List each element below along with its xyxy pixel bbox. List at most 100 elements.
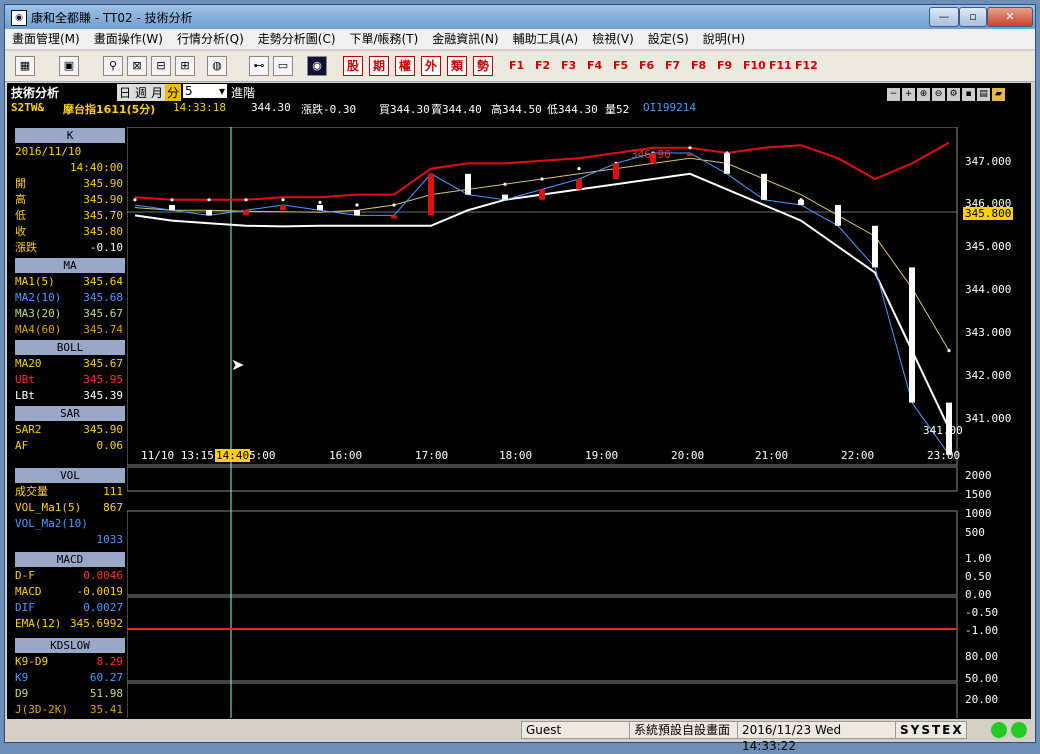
f7-key[interactable]: F7 bbox=[665, 59, 680, 72]
candle bbox=[465, 173, 471, 195]
plot-region[interactable]: 347.000 346.000 345.800 345.000 344.000 … bbox=[127, 127, 1027, 718]
k-low-row: 低 345.70 bbox=[15, 208, 125, 224]
menu-screen-operate[interactable]: 畫面操作(W) bbox=[87, 29, 170, 49]
f5-key[interactable]: F5 bbox=[613, 59, 628, 72]
ma-header: MA bbox=[15, 258, 125, 273]
time-tick-21: 21:00 bbox=[755, 449, 789, 462]
menu-view[interactable]: 檢視(V) bbox=[585, 29, 641, 49]
menu-screen-manage[interactable]: 畫面管理(M) bbox=[5, 29, 87, 49]
dif-value: 0.0027 bbox=[83, 601, 123, 614]
window-icon[interactable]: ⊟ bbox=[151, 56, 171, 76]
link-icon[interactable]: ⊷ bbox=[249, 56, 269, 76]
quote-line: S2TW& 摩台指1611(5分) 14:33:18 344.30 漲跌-0.3… bbox=[7, 101, 1031, 117]
period-minute[interactable]: 分 bbox=[165, 84, 182, 101]
f1-key[interactable]: F1 bbox=[509, 59, 524, 72]
menu-help[interactable]: 說明(H) bbox=[696, 29, 752, 49]
candle bbox=[317, 205, 323, 211]
k-change-label: 漲跌 bbox=[15, 241, 37, 254]
futures-button[interactable]: 期 bbox=[369, 56, 389, 76]
sar-dot bbox=[281, 198, 285, 202]
period-month[interactable]: 月 bbox=[149, 84, 166, 101]
ma1-row: MA1(5) 345.64 bbox=[15, 274, 125, 290]
interval-select[interactable]: 5 ▾ bbox=[183, 84, 227, 98]
zoom-in-icon[interactable]: ⊕ bbox=[917, 88, 930, 101]
picture-icon[interactable]: ▭ bbox=[273, 56, 293, 76]
kd-frame bbox=[127, 682, 958, 718]
df-value: 0.0046 bbox=[83, 569, 123, 582]
menu-trend-chart[interactable]: 走勢分析圖(C) bbox=[251, 29, 343, 49]
zoom-out-icon[interactable]: ⊖ bbox=[932, 88, 945, 101]
k-high-value: 345.90 bbox=[83, 193, 123, 206]
category-button[interactable]: 類 bbox=[447, 56, 467, 76]
f9-key[interactable]: F9 bbox=[717, 59, 732, 72]
boll-lb-label: LBt bbox=[15, 389, 35, 402]
macd-frame bbox=[127, 596, 958, 682]
f3-key[interactable]: F3 bbox=[561, 59, 576, 72]
monitor-icon[interactable]: ▣ bbox=[59, 56, 79, 76]
f12-key[interactable]: F12 bbox=[795, 59, 818, 72]
trend-button[interactable]: 勢 bbox=[473, 56, 493, 76]
k-open-value: 345.90 bbox=[83, 177, 123, 190]
menu-quote-analysis[interactable]: 行情分析(Q) bbox=[170, 29, 251, 49]
period-week[interactable]: 週 bbox=[133, 84, 150, 101]
sar-dot bbox=[540, 177, 544, 181]
f2-key[interactable]: F2 bbox=[535, 59, 550, 72]
chevron-down-icon: ▾ bbox=[218, 84, 225, 98]
table-icon[interactable]: ⊞ bbox=[175, 56, 195, 76]
macd-tick-05: 0.50 bbox=[965, 570, 992, 583]
menu-settings[interactable]: 設定(S) bbox=[641, 29, 696, 49]
stock-button[interactable]: 股 bbox=[343, 56, 363, 76]
sar-dot bbox=[207, 198, 211, 202]
f8-key[interactable]: F8 bbox=[691, 59, 706, 72]
vol-value: 111 bbox=[103, 485, 123, 498]
f4-key[interactable]: F4 bbox=[587, 59, 602, 72]
settings-icon[interactable]: ⚙ bbox=[947, 88, 960, 101]
close-button[interactable]: ✕ bbox=[987, 7, 1033, 27]
options-button[interactable]: 權 bbox=[395, 56, 415, 76]
minus-icon[interactable]: − bbox=[887, 88, 900, 101]
sar-value: 345.90 bbox=[83, 423, 123, 436]
boll-ub-value: 345.95 bbox=[83, 373, 123, 386]
k-open-label: 開 bbox=[15, 177, 26, 190]
foreign-button[interactable]: 外 bbox=[421, 56, 441, 76]
vol-panel: VOL 成交量 111 VOL_Ma1(5) 867 VOL_Ma2(10) 103… bbox=[15, 467, 125, 548]
maximize-button[interactable]: ▫ bbox=[959, 7, 987, 27]
quote-bid: 買344.30 bbox=[379, 103, 430, 116]
period-day[interactable]: 日 bbox=[117, 84, 134, 101]
mouse-cursor-icon: ➤ bbox=[231, 355, 245, 374]
k-date: 2016/11/10 bbox=[15, 145, 82, 158]
vol-ma2-label: VOL_Ma2(10) bbox=[15, 517, 88, 530]
search-icon[interactable]: ⚲ bbox=[103, 56, 123, 76]
quote-oi: OI199214 bbox=[643, 101, 696, 114]
layout-icon[interactable]: ▦ bbox=[15, 56, 35, 76]
symbol-code: S2TW& bbox=[11, 101, 45, 114]
save-icon[interactable]: ▪ bbox=[962, 88, 975, 101]
globe-icon[interactable]: ◍ bbox=[207, 56, 227, 76]
k-time-row: 14:40:00 bbox=[15, 160, 125, 176]
vol-ma2-value: 1033 bbox=[96, 533, 124, 546]
kd-diff-row: K9-D9 8.29 bbox=[15, 654, 125, 670]
advanced-link[interactable]: 進階 bbox=[231, 84, 255, 101]
folder-icon[interactable]: ▰ bbox=[992, 88, 1005, 101]
print-icon[interactable]: ▤ bbox=[977, 88, 990, 101]
d9-label: D9 bbox=[15, 687, 29, 700]
af-label: AF bbox=[15, 439, 29, 452]
chart-header: 技術分析 日 週 月 分 5 ▾ 進階 − + ⊕ ⊖ ⚙ ▪ ▤ ▰ bbox=[7, 83, 1031, 101]
boll-ma-value: 345.67 bbox=[83, 357, 123, 370]
macd-tick-1: 1.00 bbox=[965, 552, 992, 565]
ma2-label: MA2(10) bbox=[15, 291, 62, 304]
quote-price: 344.30 bbox=[251, 101, 291, 114]
k9-value: 60.27 bbox=[89, 671, 123, 684]
menu-finance-info[interactable]: 金融資訊(N) bbox=[425, 29, 505, 49]
minimize-button[interactable]: — bbox=[929, 7, 959, 27]
f6-key[interactable]: F6 bbox=[639, 59, 654, 72]
f11-key[interactable]: F11 bbox=[769, 59, 792, 72]
menu-tools[interactable]: 輔助工具(A) bbox=[506, 29, 586, 49]
kd-panel: KDSLOW K9-D9 8.29 K9 60.27 D9 51.98 J(3D-2K… bbox=[15, 637, 125, 718]
plus-icon[interactable]: + bbox=[902, 88, 915, 101]
f10-key[interactable]: F10 bbox=[743, 59, 766, 72]
logo-icon[interactable]: ◉ bbox=[307, 56, 327, 76]
time-tick-20: 20:00 bbox=[671, 449, 705, 462]
menu-order-account[interactable]: 下單/帳務(T) bbox=[343, 29, 426, 49]
close-window-icon[interactable]: ⊠ bbox=[127, 56, 147, 76]
